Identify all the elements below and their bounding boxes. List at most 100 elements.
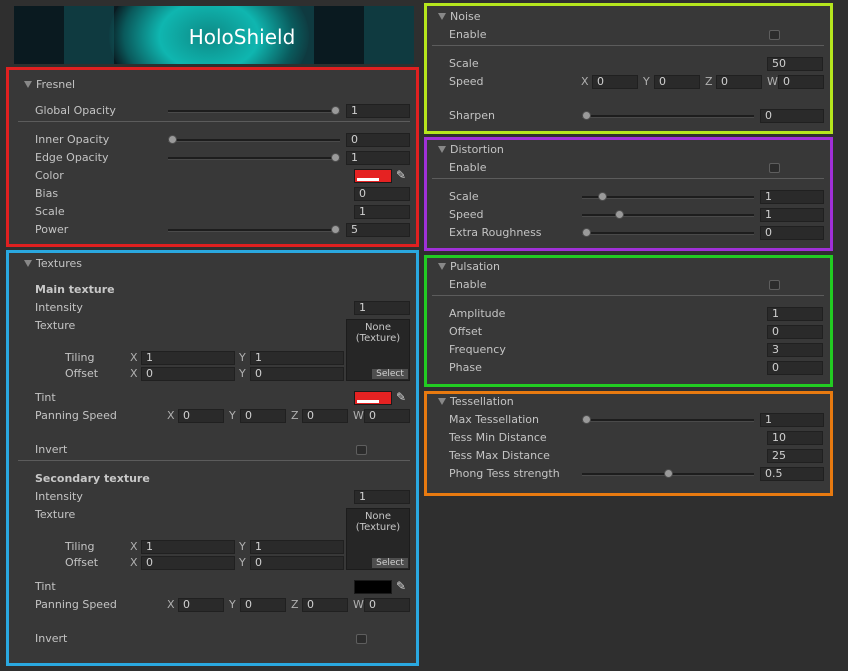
secondary-offset-y-field[interactable]: 0 [250,556,344,570]
foldout-arrow-icon [438,263,446,270]
tess-min-distance-field[interactable]: 10 [767,431,823,445]
global-opacity-slider-knob[interactable] [331,106,340,115]
distortion-divider [432,178,824,179]
noise-speed-z-field[interactable]: 0 [716,75,762,89]
eyedropper-icon[interactable]: ✎ [396,580,408,593]
global-opacity-field[interactable]: 1 [346,104,410,118]
secondary-offset-x-field[interactable]: 0 [141,556,235,570]
banner-title: HoloShield [188,25,296,49]
main-panning-z-field[interactable]: 0 [302,409,348,423]
distortion-header[interactable]: Distortion [438,143,504,156]
secondary-texture-slot[interactable]: None (Texture) Select [346,508,410,570]
secondary-tiling-y-field[interactable]: 1 [250,540,344,554]
pulsation-header[interactable]: Pulsation [438,260,500,273]
distortion-speed-field[interactable]: 1 [760,208,824,222]
noise-speed-x-field[interactable]: 0 [592,75,638,89]
phong-tess-strength-field[interactable]: 0.5 [760,467,824,481]
power-label: Power [35,223,69,236]
max-tessellation-slider[interactable] [582,419,754,422]
secondary-panning-z-field[interactable]: 0 [302,598,348,612]
distortion-scale-label: Scale [449,190,479,203]
tessellation-header[interactable]: Tessellation [438,395,514,408]
distortion-enable-checkbox[interactable] [769,163,780,173]
main-panning-x-field[interactable]: 0 [178,409,224,423]
global-opacity-slider[interactable] [168,110,340,113]
secondary-intensity-field[interactable]: 1 [354,490,410,504]
bias-field[interactable]: 0 [354,187,410,201]
pulsation-frequency-field[interactable]: 3 [767,343,823,357]
secondary-panning-w-field[interactable]: 0 [364,598,410,612]
foldout-arrow-icon [24,81,32,88]
scale-field[interactable]: 1 [354,205,410,219]
distortion-speed-label: Speed [449,208,484,221]
foldout-arrow-icon [438,398,446,405]
secondary-panning-x-field[interactable]: 0 [178,598,224,612]
noise-speed-w-field[interactable]: 0 [778,75,824,89]
distortion-speed-slider[interactable] [582,214,754,217]
distortion-speed-slider-knob[interactable] [614,210,624,219]
main-offset-label: Offset [65,367,99,380]
main-tint-swatch[interactable] [354,391,392,405]
main-panning-w-field[interactable]: 0 [364,409,410,423]
distortion-scale-slider[interactable] [582,196,754,199]
main-texture-none: None [364,322,392,333]
secondary-tiling-x-field[interactable]: 1 [141,540,235,554]
main-intensity-label: Intensity [35,301,83,314]
inner-opacity-slider[interactable] [168,139,340,142]
color-swatch[interactable] [354,169,392,183]
max-tessellation-field[interactable]: 1 [760,413,824,427]
main-texture-select-button[interactable]: Select [372,369,408,379]
secondary-tint-label: Tint [35,580,56,593]
main-invert-checkbox[interactable] [356,445,367,455]
pulsation-offset-field[interactable]: 0 [767,325,823,339]
distortion-scale-field[interactable]: 1 [760,190,824,204]
textures-header[interactable]: Textures [24,257,82,270]
inner-opacity-field[interactable]: 0 [346,133,410,147]
pulsation-phase-field[interactable]: 0 [767,361,823,375]
power-slider[interactable] [168,229,340,232]
secondary-texture-select-button[interactable]: Select [372,558,408,568]
distortion-extra-roughness-slider[interactable] [582,232,754,235]
main-texture-slot[interactable]: None (Texture) Select [346,319,410,381]
edge-opacity-field[interactable]: 1 [346,151,410,165]
main-texture-label: Texture [35,319,76,332]
fresnel-header[interactable]: Fresnel [24,78,75,91]
noise-scale-field[interactable]: 50 [767,57,823,71]
phong-tess-strength-slider-knob[interactable] [663,469,673,478]
main-panning-y-field[interactable]: 0 [240,409,286,423]
secondary-panning-z-label: Z [291,598,299,611]
pulsation-enable-checkbox[interactable] [769,280,780,290]
main-offset-x-field[interactable]: 0 [141,367,235,381]
main-tiling-y-field[interactable]: 1 [250,351,344,365]
noise-sharpen-slider[interactable] [582,115,754,118]
edge-opacity-slider-knob[interactable] [331,153,340,162]
distortion-extra-roughness-slider-knob[interactable] [582,228,591,237]
inner-opacity-slider-knob[interactable] [168,135,177,144]
eyedropper-icon[interactable]: ✎ [396,391,408,404]
pulsation-divider [432,295,824,296]
alpha-bar [357,400,379,403]
noise-speed-y-label: Y [643,75,650,88]
eyedropper-icon[interactable]: ✎ [396,169,408,182]
noise-sharpen-field[interactable]: 0 [760,109,824,123]
main-intensity-field[interactable]: 1 [354,301,410,315]
noise-enable-checkbox[interactable] [769,30,780,40]
secondary-invert-checkbox[interactable] [356,634,367,644]
max-tessellation-slider-knob[interactable] [582,415,591,424]
power-slider-knob[interactable] [331,225,340,234]
main-offset-y-label: Y [239,367,246,380]
noise-speed-y-field[interactable]: 0 [654,75,700,89]
pulsation-amplitude-field[interactable]: 1 [767,307,823,321]
main-offset-y-field[interactable]: 0 [250,367,344,381]
distortion-extra-roughness-field[interactable]: 0 [760,226,824,240]
noise-sharpen-slider-knob[interactable] [582,111,591,120]
power-field[interactable]: 5 [346,223,410,237]
secondary-panning-label: Panning Speed [35,598,117,611]
edge-opacity-slider[interactable] [168,157,340,160]
main-tiling-x-field[interactable]: 1 [141,351,235,365]
secondary-tint-swatch[interactable] [354,580,392,594]
tess-max-distance-field[interactable]: 25 [767,449,823,463]
secondary-panning-y-field[interactable]: 0 [240,598,286,612]
noise-header[interactable]: Noise [438,10,481,23]
scale-label: Scale [35,205,65,218]
